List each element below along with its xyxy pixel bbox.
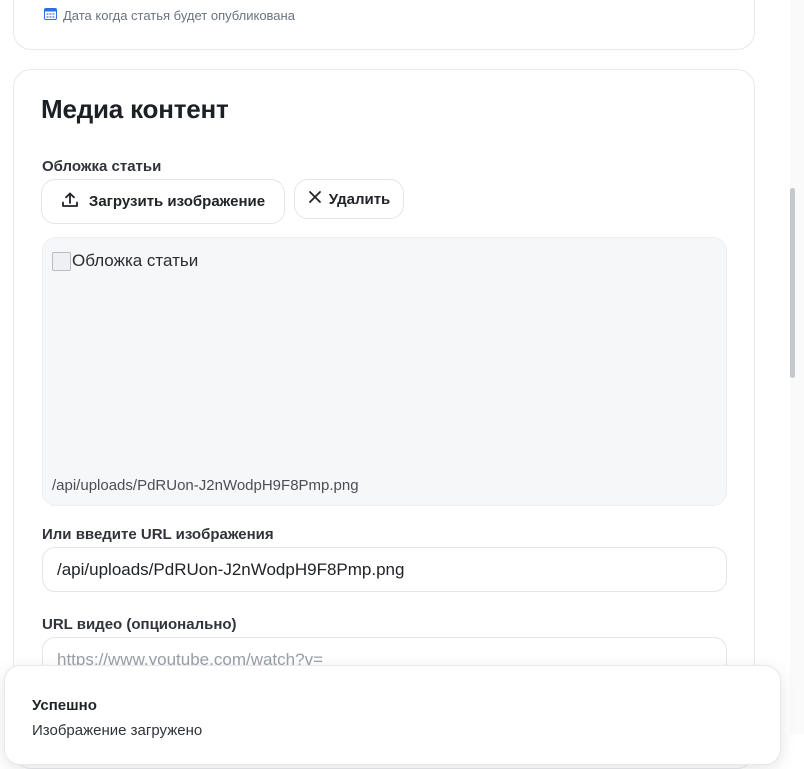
cover-label: Обложка статьи [42, 158, 162, 175]
publish-date-hint-text: Дата когда статья будет опубликована [63, 7, 295, 23]
scrollbar-thumb[interactable] [790, 188, 795, 378]
image-url-input[interactable] [42, 547, 727, 592]
image-url-label: Или введите URL изображения [42, 526, 274, 543]
success-toast: Успешно Изображение загружено [4, 665, 781, 765]
scrollbar[interactable] [790, 0, 804, 734]
close-icon [308, 190, 322, 208]
cover-preview: Обложка статьи /api/uploads/PdRUon-J2nWo… [42, 237, 727, 506]
upload-icon [61, 191, 79, 213]
broken-image-icon [52, 251, 71, 271]
toast-title: Успешно [32, 697, 97, 714]
cover-alt-text: Обложка статьи [72, 251, 199, 270]
calendar-icon [44, 7, 57, 23]
publish-date-hint: Дата когда статья будет опубликована [44, 7, 295, 23]
video-url-label: URL видео (опционально) [42, 616, 237, 633]
delete-image-label: Удалить [328, 190, 391, 208]
broken-image: Обложка статьи [52, 251, 198, 271]
upload-image-button[interactable]: Загрузить изображение [41, 179, 285, 224]
upload-image-label: Загрузить изображение [88, 193, 266, 210]
delete-image-button[interactable]: Удалить [294, 179, 404, 219]
section-title: Медиа контент [41, 94, 229, 124]
cover-path: /api/uploads/PdRUon-J2nWodpH9F8Pmp.png [52, 477, 359, 494]
toast-description: Изображение загружено [32, 722, 203, 739]
